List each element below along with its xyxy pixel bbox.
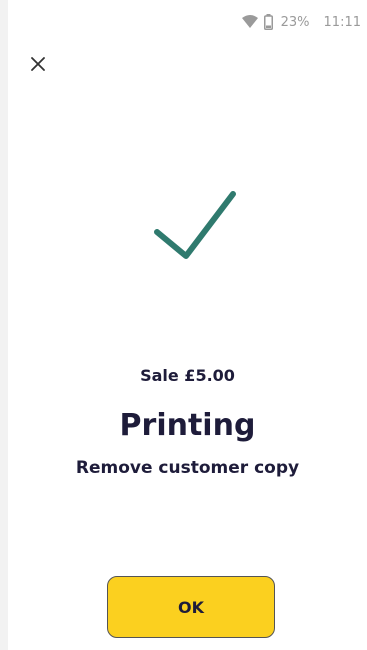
payment-result-screen: 23% 11:11 Sale £5.00 Printing Remove cus… bbox=[8, 0, 367, 650]
wifi-icon bbox=[241, 15, 258, 29]
status-bar: 23% 11:11 bbox=[241, 0, 367, 44]
sale-amount: Sale £5.00 bbox=[140, 366, 235, 385]
close-icon bbox=[31, 57, 45, 71]
close-button[interactable] bbox=[22, 48, 54, 80]
status-time: 11:11 bbox=[323, 14, 361, 30]
instruction-text: Remove customer copy bbox=[75, 458, 300, 478]
status-title: Printing bbox=[119, 408, 256, 443]
battery-icon bbox=[263, 14, 273, 30]
ok-button[interactable]: OK bbox=[107, 576, 275, 638]
battery-percent: 23% bbox=[280, 14, 310, 30]
check-mark-icon bbox=[154, 191, 236, 259]
